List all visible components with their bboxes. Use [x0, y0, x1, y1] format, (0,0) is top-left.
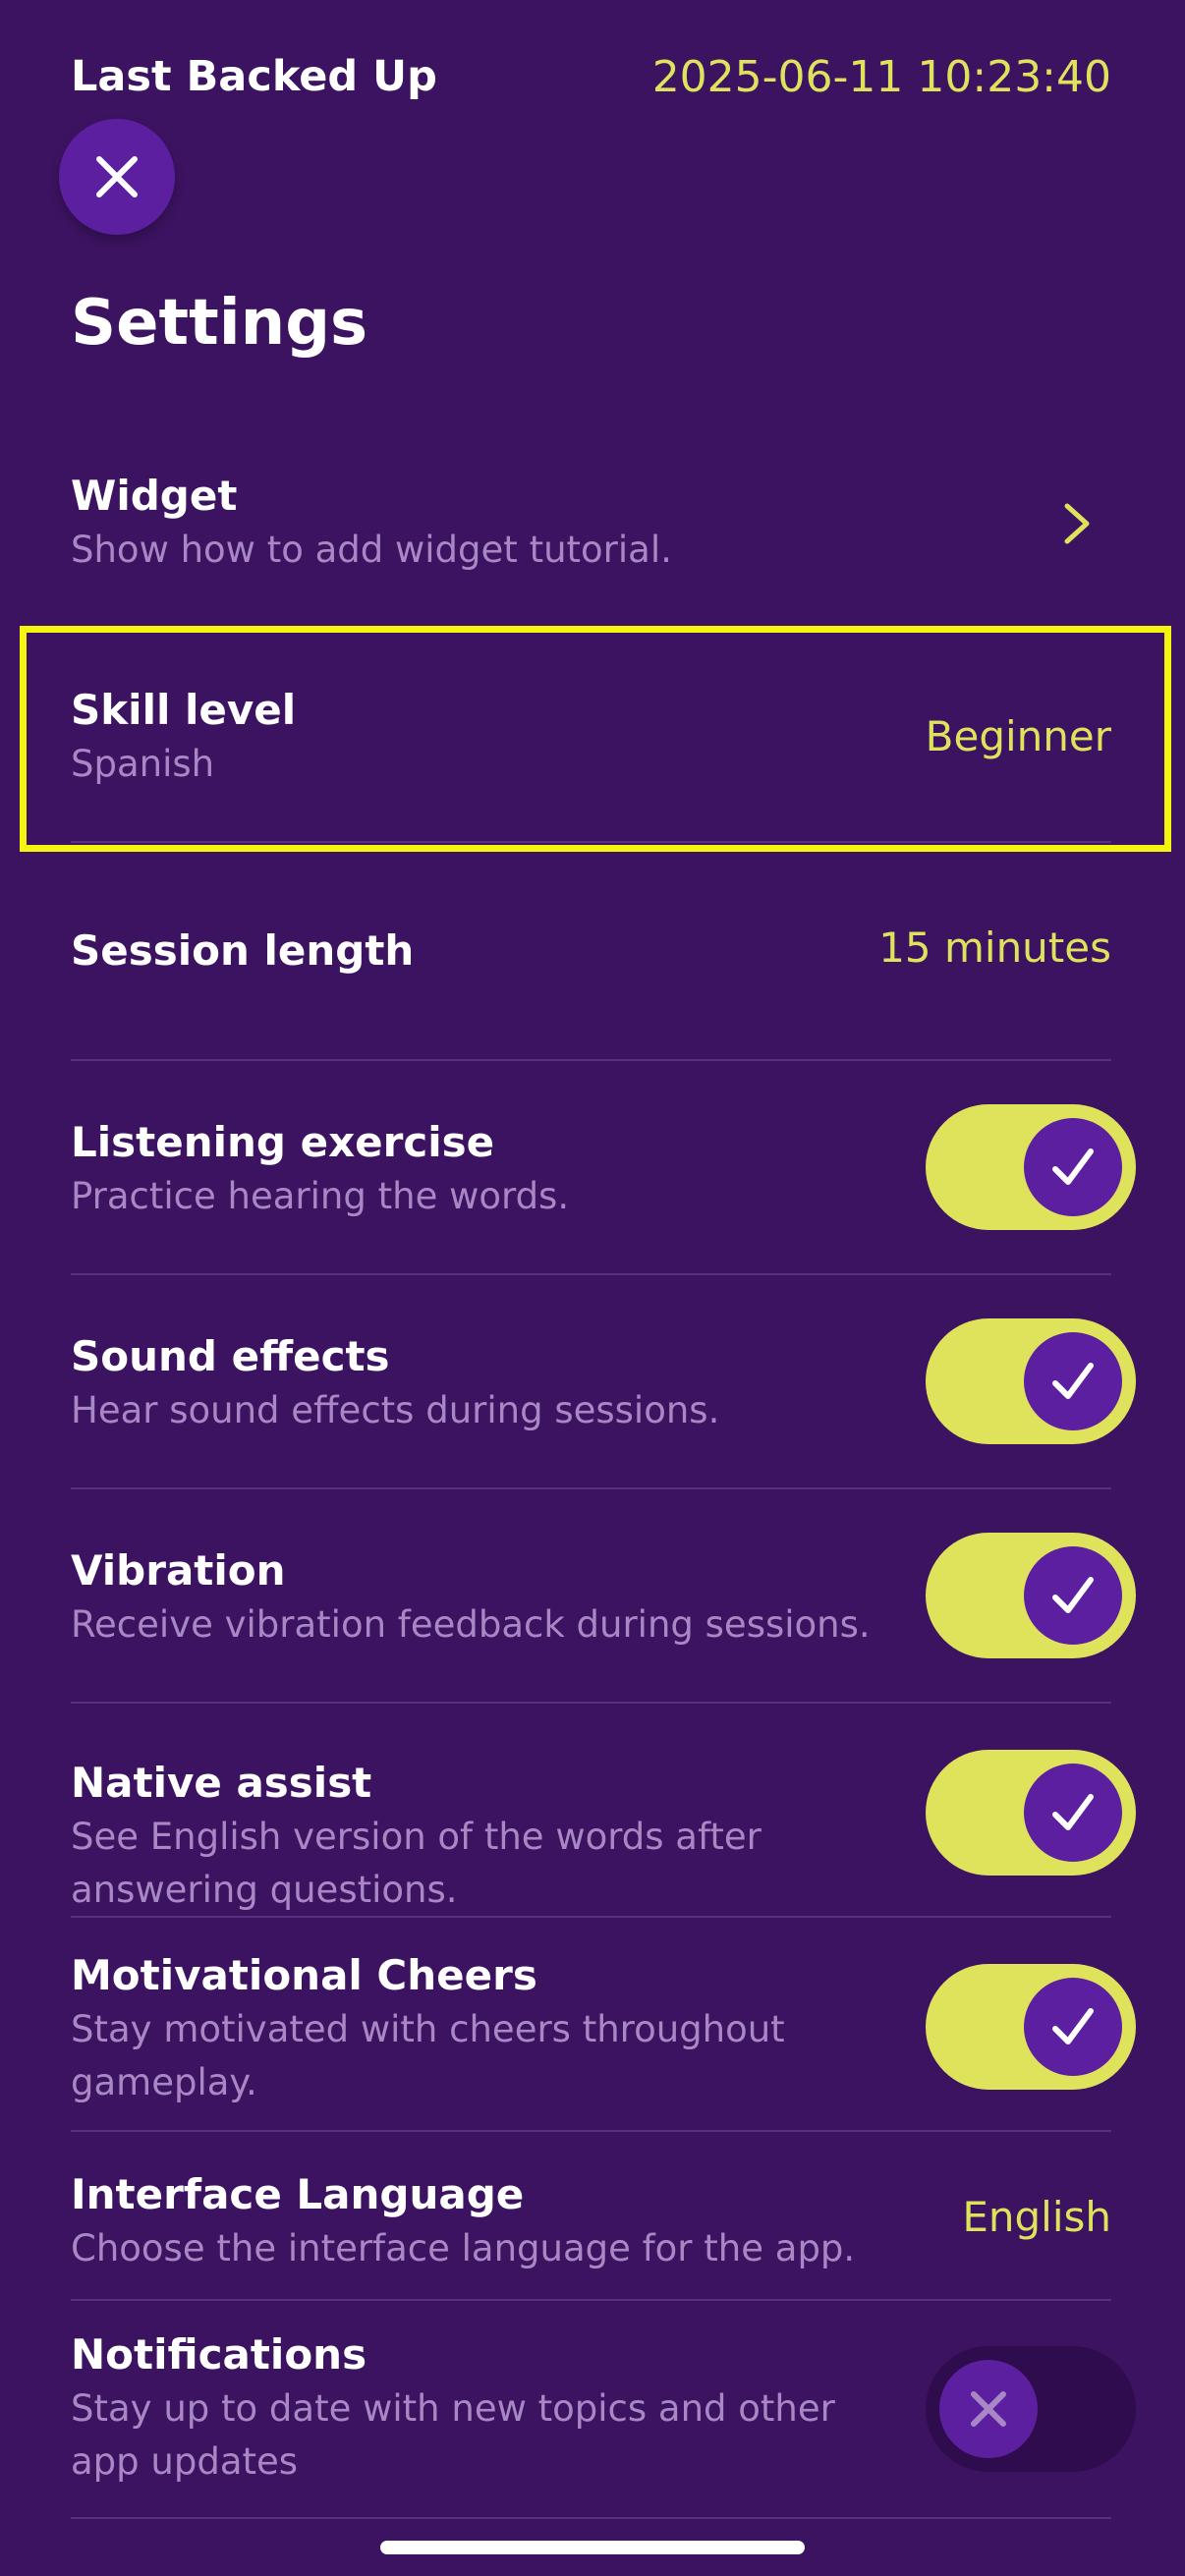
- check-icon: [1052, 1794, 1094, 1830]
- sound-toggle[interactable]: [926, 1318, 1136, 1444]
- widget-subtitle: Show how to add widget tutorial.: [71, 529, 672, 571]
- vibration-toggle[interactable]: [926, 1533, 1136, 1658]
- page-title: Settings: [71, 287, 368, 360]
- cheers-toggle[interactable]: [926, 1964, 1136, 2090]
- session-length-value: 15 minutes: [878, 924, 1111, 972]
- settings-row-interface-language[interactable]: Interface Language Choose the interface …: [71, 2132, 1111, 2301]
- toggle-knob: [1024, 1332, 1122, 1430]
- settings-row-notifications: Notifications Stay up to date with new t…: [71, 2301, 1136, 2519]
- interface-language-subtitle: Choose the interface language for the ap…: [71, 2227, 856, 2269]
- native-assist-subtitle-line2: answering questions.: [71, 1869, 458, 1911]
- close-button[interactable]: [59, 119, 175, 235]
- settings-row-widget[interactable]: Widget Show how to add widget tutorial.: [71, 466, 1111, 623]
- toggle-knob: [1024, 1118, 1122, 1216]
- toggle-knob: [1024, 1764, 1122, 1862]
- interface-language-value: English: [962, 2193, 1111, 2241]
- check-icon: [1052, 1148, 1094, 1185]
- interface-language-title: Interface Language: [71, 2170, 525, 2218]
- toggle-knob: [939, 2360, 1038, 2458]
- backup-label: Last Backed Up: [71, 52, 437, 101]
- native-assist-toggle[interactable]: [926, 1750, 1136, 1876]
- notifications-toggle[interactable]: [926, 2346, 1136, 2472]
- toggle-knob: [1024, 1546, 1122, 1645]
- highlight-box: [20, 626, 1171, 852]
- chevron-right-icon: [1064, 503, 1090, 544]
- close-icon: [971, 2391, 1006, 2427]
- home-indicator[interactable]: [380, 2541, 805, 2554]
- widget-title: Widget: [71, 472, 238, 520]
- settings-row-sound-effects: Sound effects Hear sound effects during …: [71, 1275, 1136, 1489]
- settings-row-motivational-cheers: Motivational Cheers Stay motivated with …: [71, 1918, 1136, 2132]
- check-icon: [1052, 1577, 1094, 1613]
- backup-timestamp: 2025-06-11 10:23:40: [651, 51, 1111, 102]
- check-icon: [1052, 1363, 1094, 1399]
- toggle-knob: [1024, 1978, 1122, 2076]
- settings-row-listening-exercise: Listening exercise Practice hearing the …: [71, 1061, 1136, 1275]
- settings-row-native-assist: Native assist See English version of the…: [71, 1704, 1136, 1918]
- listening-toggle[interactable]: [926, 1104, 1136, 1230]
- settings-row-vibration: Vibration Receive vibration feedback dur…: [71, 1489, 1136, 1704]
- close-icon: [96, 156, 138, 197]
- check-icon: [1052, 2008, 1094, 2044]
- backup-status: Last Backed Up 2025-06-11 10:23:40: [71, 49, 1111, 104]
- settings-row-session-length[interactable]: Session length 15 minutes: [71, 845, 1111, 1061]
